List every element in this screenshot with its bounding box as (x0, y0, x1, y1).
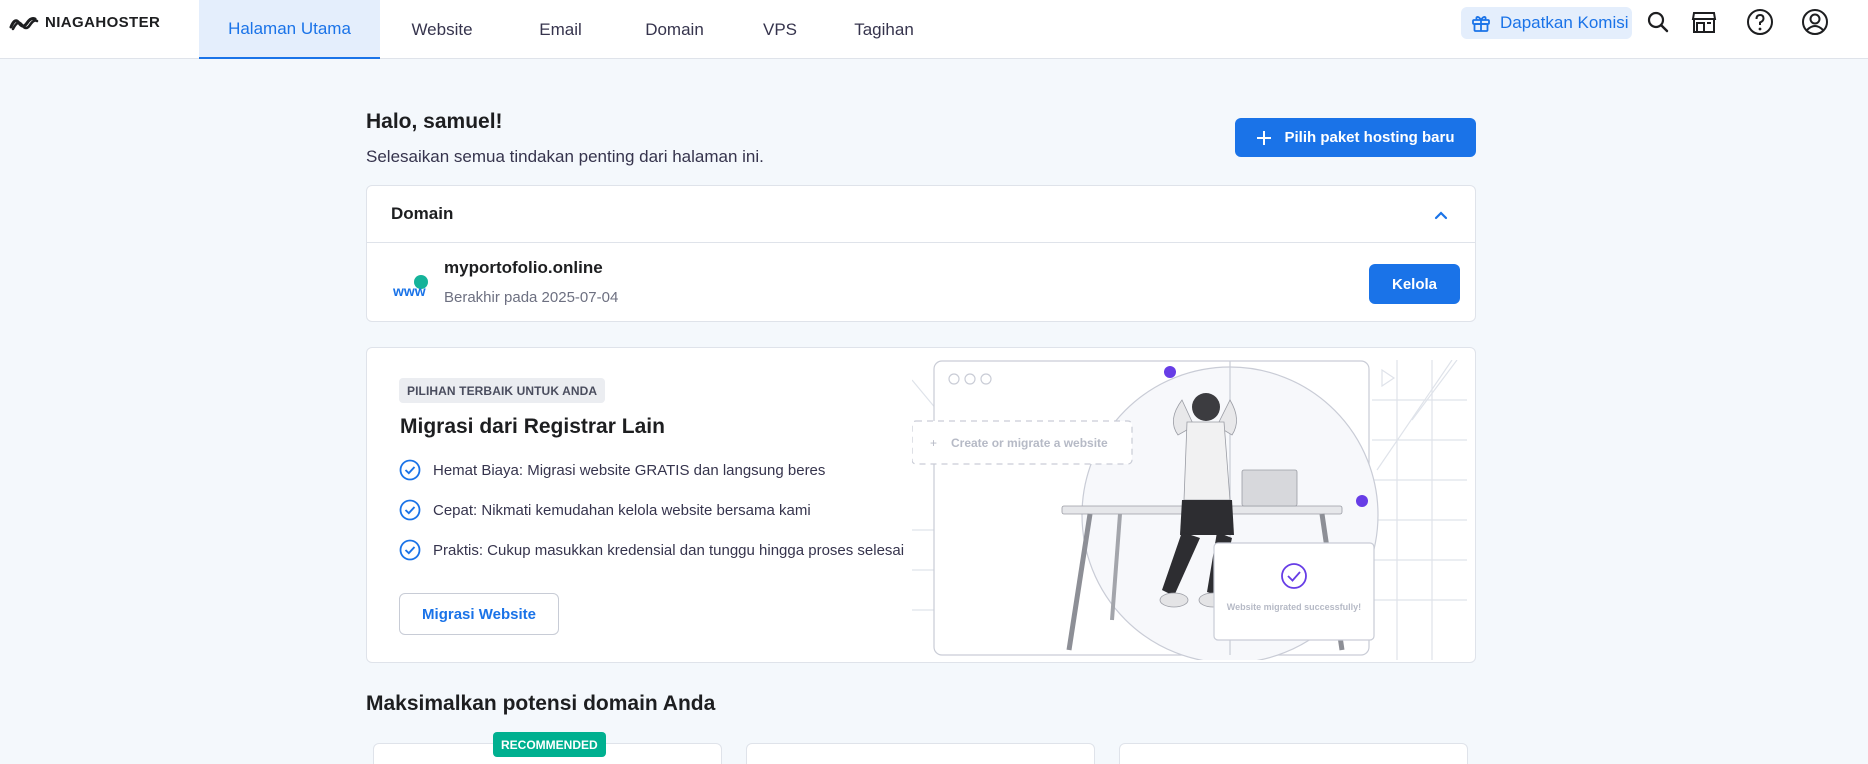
plus-icon (1257, 130, 1272, 145)
feature-item: Cepat: Nikmati kemudahan kelola website … (399, 499, 811, 521)
domain-expiry: Berakhir pada 2025-07-04 (444, 289, 619, 306)
check-circle-icon (399, 459, 421, 481)
domain-upsell-card[interactable] (746, 743, 1095, 764)
search-icon[interactable] (1644, 8, 1672, 36)
migrate-website-button[interactable]: Migrasi Website (399, 593, 559, 635)
page-greeting: Halo, samuel! (366, 110, 503, 133)
check-circle-icon (399, 499, 421, 521)
page-subtitle: Selesaikan semua tindakan penting dari h… (366, 147, 764, 166)
new-hosting-label: Pilih paket hosting baru (1284, 129, 1455, 146)
nav-tab-domain[interactable]: Domain (617, 0, 732, 59)
illustration-success-label: Website migrated successfully! (1227, 602, 1361, 612)
svg-text:www: www (392, 283, 426, 299)
logo-icon (9, 16, 39, 30)
nav-tab-tagihan[interactable]: Tagihan (828, 0, 940, 59)
nav-tab-email[interactable]: Email (504, 0, 617, 59)
migration-illustration: + Create or migrate a website Website mi… (912, 360, 1467, 660)
get-commission-button[interactable]: Dapatkan Komisi (1461, 7, 1632, 39)
domain-name: myportofolio.online (444, 258, 603, 277)
brand-name: NIAGAHOSTER (45, 14, 161, 31)
section-title: Maksimalkan potensi domain Anda (366, 692, 716, 715)
promo-title: Migrasi dari Registrar Lain (400, 415, 665, 438)
account-icon[interactable] (1801, 8, 1829, 36)
nav-tab-website[interactable]: Website (380, 0, 504, 59)
nav-tab-vps[interactable]: VPS (732, 0, 828, 59)
top-bar: NIAGAHOSTER Halaman Utama Website Email … (0, 0, 1868, 59)
domain-card: Domain www myportofolio.online Berakhir … (366, 185, 1476, 322)
chevron-up-icon[interactable] (1433, 207, 1449, 223)
domain-card-title: Domain (391, 204, 454, 223)
gift-icon (1472, 16, 1490, 32)
www-icon: www (392, 275, 428, 299)
check-circle-icon (399, 539, 421, 561)
migration-promo-card: PILIHAN TERBAIK UNTUK ANDA Migrasi dari … (366, 347, 1476, 663)
feature-item: Hemat Biaya: Migrasi website GRATIS dan … (399, 459, 825, 481)
feature-text: Cepat: Nikmati kemudahan kelola website … (433, 501, 811, 519)
manage-domain-button[interactable]: Kelola (1369, 264, 1460, 304)
new-hosting-button[interactable]: Pilih paket hosting baru (1235, 118, 1476, 157)
get-commission-label: Dapatkan Komisi (1500, 13, 1629, 32)
feature-item: Praktis: Cukup masukkan kredensial dan t… (399, 539, 904, 561)
domain-upsell-card[interactable] (1119, 743, 1468, 764)
illustration-create-label: Create or migrate a website (951, 436, 1108, 450)
feature-text: Hemat Biaya: Migrasi website GRATIS dan … (433, 461, 826, 479)
svg-text:+: + (930, 436, 937, 450)
nav-tab-halaman-utama[interactable]: Halaman Utama (199, 0, 380, 59)
help-icon[interactable] (1746, 8, 1774, 36)
brand-logo[interactable]: NIAGAHOSTER (9, 14, 160, 31)
recommended-badge: RECOMMENDED (493, 732, 606, 757)
recommendation-tag: PILIHAN TERBAIK UNTUK ANDA (399, 378, 606, 403)
feature-text: Praktis: Cukup masukkan kredensial dan t… (433, 541, 905, 559)
store-icon[interactable] (1690, 8, 1718, 36)
main-nav: Halaman Utama Website Email Domain VPS T… (199, 0, 940, 59)
domain-card-header[interactable]: Domain (367, 186, 1475, 243)
